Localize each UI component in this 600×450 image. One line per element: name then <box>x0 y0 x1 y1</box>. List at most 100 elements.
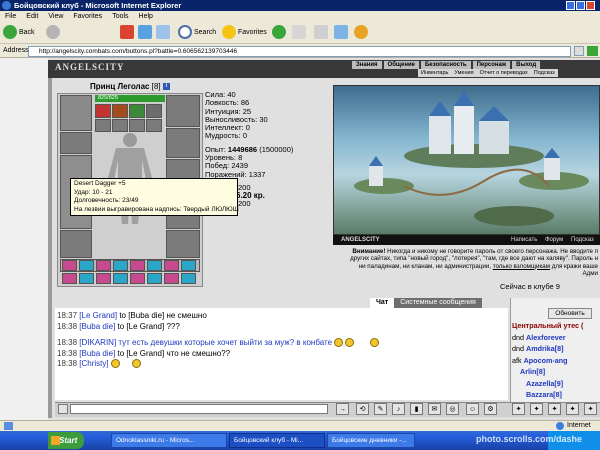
minimize-button[interactable] <box>566 1 575 10</box>
home-button[interactable] <box>156 25 172 41</box>
item-slot[interactable] <box>129 104 145 118</box>
tab-system-messages[interactable]: Системные сообщения <box>394 298 482 308</box>
nav-communication[interactable]: Общение <box>383 61 419 69</box>
user-item[interactable]: dnd Amdrika[8] <box>512 343 600 355</box>
close-button[interactable] <box>586 1 595 10</box>
print-button[interactable] <box>314 25 330 41</box>
game-nav: Знания Общение Безопасность Персонаж Выход <box>352 61 542 69</box>
rune-slot[interactable] <box>181 260 196 271</box>
subnav-hint[interactable]: Подсказ <box>531 69 558 77</box>
history-button[interactable] <box>272 25 288 41</box>
tool-button[interactable]: ✦ <box>566 403 579 415</box>
gloves-slot[interactable] <box>60 230 92 258</box>
rune-slot[interactable] <box>79 273 94 284</box>
translit-button[interactable]: ◎ <box>446 403 459 415</box>
taskbar-item-diaries[interactable]: Бойцовские дневники -... <box>327 433 415 448</box>
rune-slot[interactable] <box>62 260 77 271</box>
rune-slot[interactable] <box>147 260 162 271</box>
tool-button[interactable]: ✦ <box>530 403 543 415</box>
chat-nick[interactable]: [Buba die] <box>79 322 115 331</box>
stop-chat-button[interactable]: ▮ <box>410 403 423 415</box>
nav-exit[interactable]: Выход <box>512 61 541 69</box>
chat-menu-button[interactable] <box>58 404 68 414</box>
menu-file[interactable]: File <box>0 11 21 22</box>
rune-slot[interactable] <box>164 260 179 271</box>
rune-slot[interactable] <box>113 273 128 284</box>
user-item[interactable]: Azazella[9] <box>512 378 600 390</box>
subnav-skills[interactable]: Умения <box>451 69 476 77</box>
taskbar-item-combats[interactable]: Бойцовский клуб - Mi... <box>229 433 325 448</box>
chat-nick[interactable]: [Le Grand] <box>79 311 117 320</box>
menu-edit[interactable]: Edit <box>21 11 43 22</box>
filter-button[interactable]: ✎ <box>374 403 387 415</box>
rune-slot[interactable] <box>79 260 94 271</box>
menu-help[interactable]: Help <box>134 11 158 22</box>
rune-slot[interactable] <box>113 260 128 271</box>
user-item[interactable]: dnd Alexforever <box>512 332 600 344</box>
go-button[interactable] <box>587 46 598 56</box>
rune-slot[interactable] <box>130 260 145 271</box>
tab-chat[interactable]: Чат <box>370 298 395 308</box>
item-slot[interactable] <box>112 104 128 118</box>
picture-link-forum[interactable]: Форум <box>545 235 563 245</box>
rune-slot[interactable] <box>164 273 179 284</box>
address-dropdown-button[interactable] <box>574 46 584 56</box>
helmet-slot[interactable] <box>60 95 92 131</box>
subnav-inventory[interactable]: Инвентарь <box>418 69 451 77</box>
user-item[interactable]: afk Apocom-ang <box>512 355 600 367</box>
info-icon[interactable]: i <box>162 83 170 91</box>
shield-slot[interactable] <box>166 128 200 158</box>
picture-link-hint[interactable]: Подсказ <box>571 235 594 245</box>
refresh-list-button[interactable]: Обновить <box>548 308 592 319</box>
search-button[interactable]: Search <box>178 25 216 41</box>
mail-icon <box>292 25 306 40</box>
back-button[interactable]: Back <box>3 25 35 41</box>
rune-slot[interactable] <box>181 273 196 284</box>
send-button[interactable]: → <box>336 403 349 415</box>
chat-nick[interactable]: [Christy] <box>79 359 108 368</box>
maximize-button[interactable] <box>576 1 585 10</box>
picture-link-write[interactable]: Написать <box>511 235 537 245</box>
rune-slot[interactable] <box>147 273 162 284</box>
mail-button[interactable] <box>292 25 308 41</box>
chat-nick[interactable]: [Buba die] <box>79 349 115 358</box>
rune-slot[interactable] <box>130 273 145 284</box>
item-slot[interactable] <box>146 104 162 118</box>
clear-button[interactable]: ⟲ <box>356 403 369 415</box>
chat-nick[interactable]: [DIKARIN] <box>79 338 116 347</box>
notice-link[interactable]: только взломщикам <box>493 263 550 270</box>
user-item[interactable]: Bazzara[8] <box>512 389 600 401</box>
chat-input[interactable] <box>70 404 328 414</box>
menu-tools[interactable]: Tools <box>107 11 133 22</box>
settings-button[interactable]: ⚙ <box>484 403 497 415</box>
rune-slot[interactable] <box>96 273 111 284</box>
address-input[interactable]: http://angelscity.combats.com/buttons.pl… <box>28 46 571 57</box>
tool-button[interactable]: ✦ <box>512 403 525 415</box>
nav-character[interactable]: Персонаж <box>472 61 511 69</box>
taskbar-item-odnoklassniki[interactable]: Odnoklassniki.ru - Micros... <box>111 433 227 448</box>
tool-button[interactable]: ✦ <box>548 403 561 415</box>
item-slot[interactable] <box>95 104 111 118</box>
rune-slot[interactable] <box>96 260 111 271</box>
forward-button[interactable] <box>46 25 62 41</box>
favorites-button[interactable]: Favorites <box>222 25 267 41</box>
windows-logo-icon <box>51 436 60 445</box>
stop-button[interactable] <box>120 25 136 41</box>
subnav-transfers[interactable]: Отчет о переводах <box>477 69 531 77</box>
discuss-button[interactable] <box>354 25 370 41</box>
sound-button[interactable]: ♪ <box>392 403 405 415</box>
necklace-slot[interactable] <box>60 132 92 154</box>
menu-favorites[interactable]: Favorites <box>68 11 107 22</box>
tool-button[interactable]: ✦ <box>584 403 597 415</box>
boots-slot[interactable] <box>166 230 200 258</box>
nav-security[interactable]: Безопасность <box>420 61 471 69</box>
rune-slot[interactable] <box>62 273 77 284</box>
private-button[interactable]: ✉ <box>428 403 441 415</box>
user-item[interactable]: Arlin[8] <box>512 366 600 378</box>
earrings-slot[interactable] <box>166 95 200 127</box>
menu-view[interactable]: View <box>43 11 68 22</box>
refresh-button[interactable] <box>138 25 154 41</box>
smiley-button[interactable]: ☺ <box>466 403 479 415</box>
nav-knowledge[interactable]: Знания <box>352 61 382 69</box>
edit-button[interactable] <box>334 25 350 41</box>
